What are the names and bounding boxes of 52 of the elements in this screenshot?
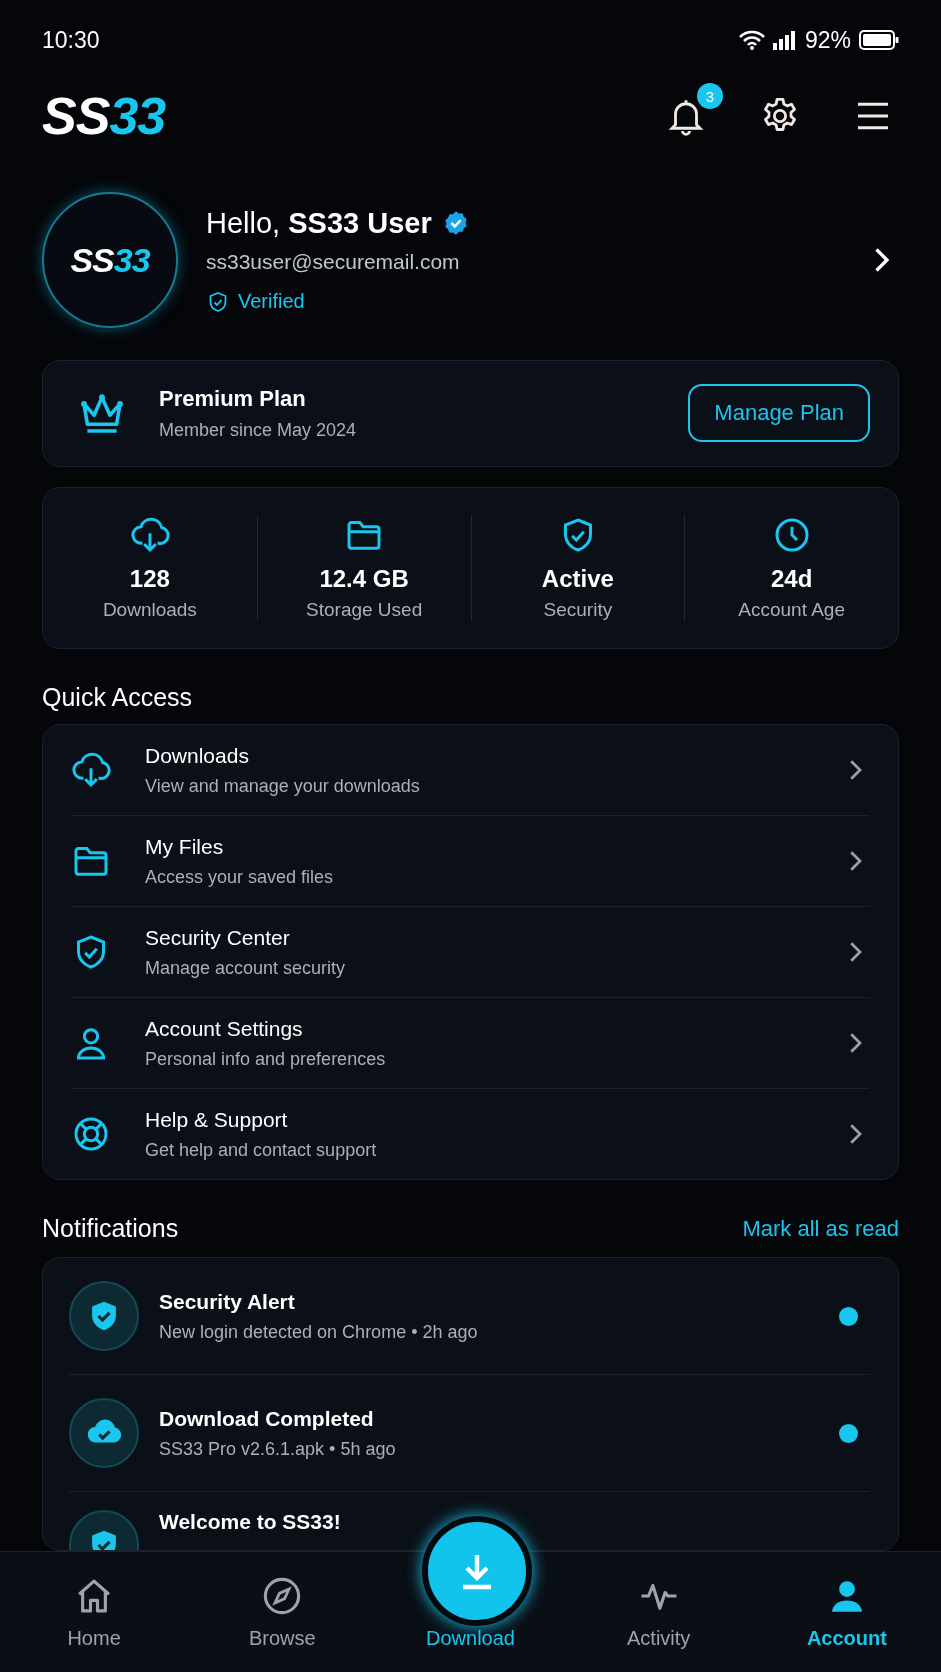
- list-item[interactable]: Security Center Manage account security: [71, 906, 870, 997]
- item-subtitle: Access your saved files: [145, 866, 335, 888]
- item-subtitle: Get help and contact support: [145, 1139, 378, 1161]
- section-title: Notifications: [42, 1214, 179, 1243]
- stat-value: 128: [129, 564, 170, 593]
- cloud-icon: [71, 750, 111, 790]
- email-text: ss33user@securemail.com: [206, 249, 461, 274]
- stat-value: 24d: [770, 564, 813, 593]
- stat-label: Storage Used: [306, 598, 423, 621]
- item-title: Security Center: [145, 925, 291, 950]
- nav-tab[interactable]: Download: [426, 1627, 515, 1672]
- item-title: My Files: [145, 834, 225, 859]
- plan-title: Premium Plan: [159, 385, 307, 412]
- nav-tab[interactable]: Account: [752, 1552, 941, 1672]
- notification-badge: 3: [697, 83, 723, 110]
- download-fab[interactable]: [421, 1516, 532, 1626]
- verified-label: Verified: [238, 290, 305, 314]
- mark-all-read-link[interactable]: Mark all as read: [742, 1215, 899, 1242]
- notification-title: Download Completed: [159, 1406, 375, 1431]
- stat-label: Account Age: [738, 598, 845, 621]
- list-item[interactable]: Help & Support Get help and contact support: [71, 1088, 870, 1179]
- list-item[interactable]: Account Settings Personal info and preferences: [71, 997, 870, 1088]
- stat-value: 12.4 GB: [319, 564, 409, 593]
- nav-tab[interactable]: Activity: [564, 1552, 753, 1672]
- status-time: 10:30: [42, 26, 100, 54]
- item-subtitle: Personal info and preferences: [145, 1048, 387, 1070]
- battery-icon: [859, 30, 899, 50]
- list-item[interactable]: My Files Access your saved files: [71, 815, 870, 906]
- item-subtitle: View and manage your downloads: [145, 775, 421, 797]
- battery-percent: 92%: [804, 26, 851, 54]
- notification-subtitle: SS33 Pro v2.6.1.apk • 5h ago: [159, 1438, 397, 1460]
- wifi-icon: [738, 30, 765, 50]
- list-item[interactable]: Downloads View and manage your downloads: [71, 725, 870, 815]
- item-subtitle: Manage account security: [145, 957, 347, 979]
- signal-icon: [772, 30, 797, 50]
- plan-subtitle: Member since May 2024: [159, 419, 358, 441]
- item-title: Help & Support: [145, 1107, 289, 1132]
- stat-label: Security: [543, 598, 613, 621]
- manage-plan-button[interactable]: Manage Plan: [688, 384, 870, 443]
- nav-tab[interactable]: Browse: [188, 1552, 377, 1672]
- item-title: Downloads: [145, 743, 250, 768]
- nav-tab[interactable]: Home: [0, 1552, 189, 1672]
- item-title: Account Settings: [145, 1016, 304, 1041]
- notification-title: Security Alert: [159, 1289, 296, 1314]
- notification-title: Welcome to SS33!: [159, 1510, 342, 1534]
- avatar-logo: SS33: [70, 240, 150, 280]
- notification-subtitle: New login detected on Chrome • 2h ago: [159, 1321, 479, 1343]
- greeting-text: Hello, SS33 User: [206, 206, 432, 240]
- stat-value: Active: [541, 564, 614, 593]
- section-title: Quick Access: [42, 683, 194, 712]
- stat-label: Downloads: [102, 598, 197, 621]
- app-logo: SS33: [42, 86, 166, 147]
